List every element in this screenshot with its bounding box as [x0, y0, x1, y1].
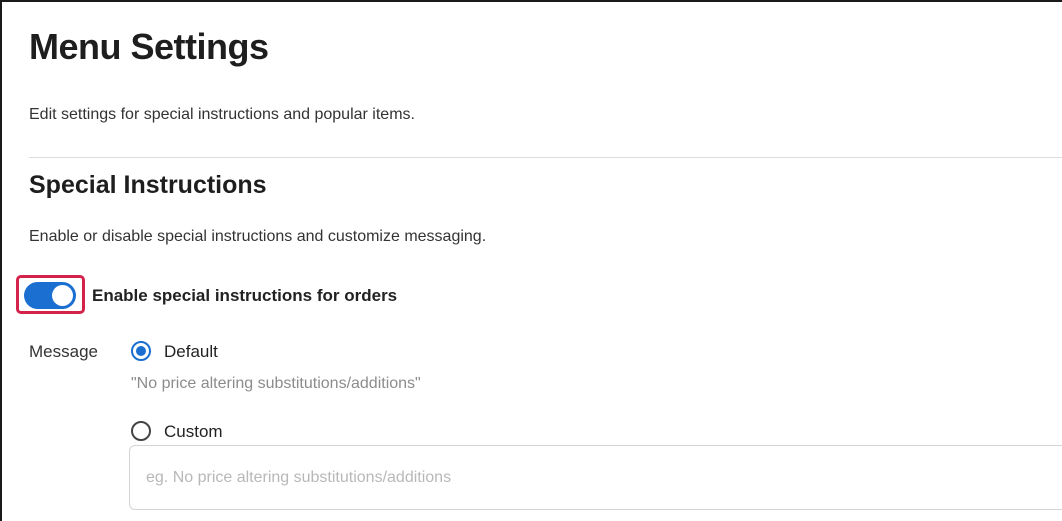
section-description: Enable or disable special instructions a…	[29, 228, 487, 245]
radio-label-default: Default	[164, 342, 218, 361]
enable-special-instructions-toggle[interactable]	[24, 282, 76, 309]
default-message-text: "No price altering substitutions/additio…	[131, 375, 421, 392]
radio-default[interactable]	[131, 341, 151, 361]
radio-custom[interactable]	[131, 421, 151, 441]
page-description: Edit settings for special instructions a…	[29, 106, 415, 123]
settings-panel: Menu Settings Edit settings for special …	[0, 0, 1062, 521]
custom-message-input[interactable]	[129, 445, 1062, 510]
page-title: Menu Settings	[29, 26, 269, 67]
radio-selected-dot	[136, 346, 146, 356]
toggle-knob	[52, 285, 73, 306]
section-title-special-instructions: Special Instructions	[29, 171, 267, 199]
section-divider	[29, 157, 1062, 158]
radio-label-custom: Custom	[164, 422, 223, 441]
toggle-label: Enable special instructions for orders	[92, 286, 398, 305]
message-label: Message	[29, 342, 98, 361]
